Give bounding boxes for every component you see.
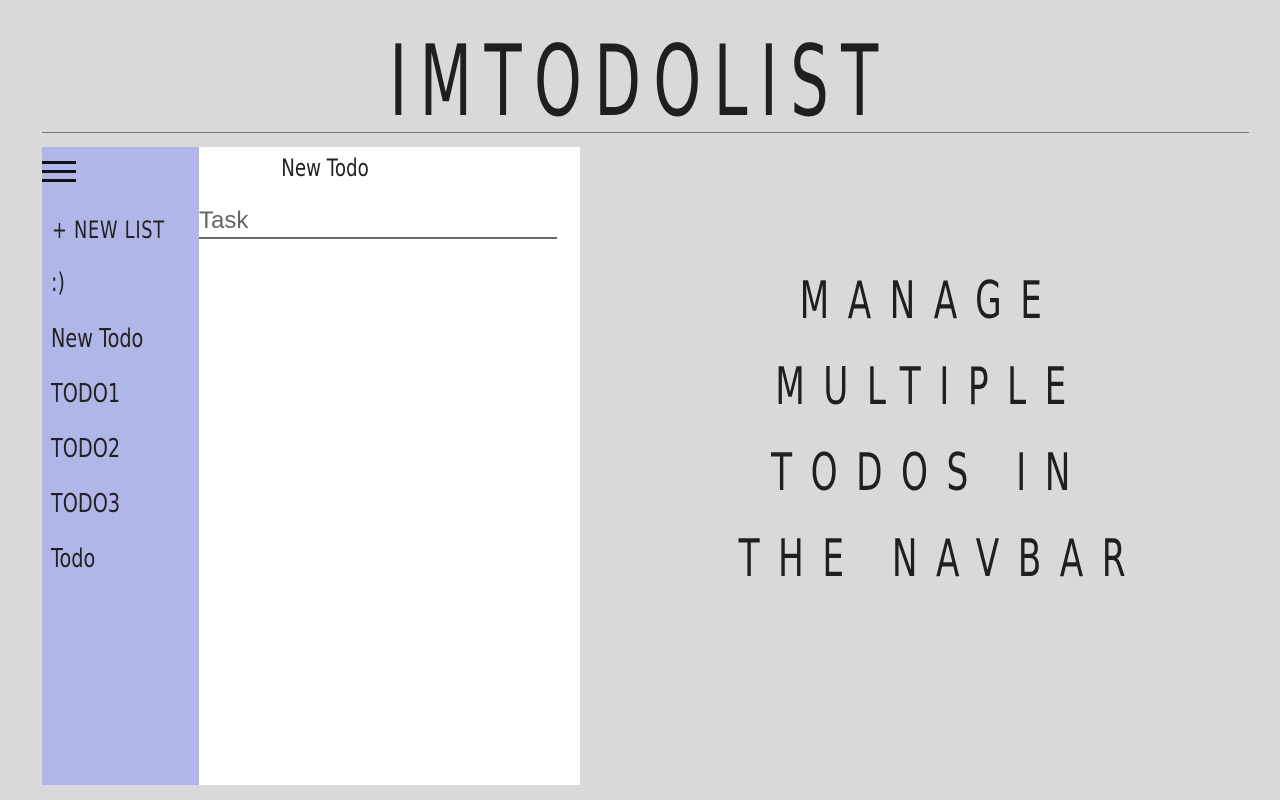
tagline: MANAGE MULTIPLE TODOS IN THE NAVBAR [640, 258, 1220, 602]
sidebar-item-todo3[interactable]: TODO3 [51, 487, 120, 521]
list-title: New Todo [281, 154, 369, 182]
tagline-line: THE NAVBAR [738, 529, 1145, 589]
todo-panel: + NEW LIST :) New Todo TODO1 TODO2 TODO3… [42, 147, 580, 785]
tagline-line: MULTIPLE [775, 357, 1085, 417]
task-input[interactable] [199, 205, 557, 239]
title-divider [42, 132, 1249, 133]
tagline-line: MANAGE [799, 271, 1061, 331]
tagline-line: TODOS IN [771, 443, 1089, 503]
app-title: IMTODOLIST [389, 25, 891, 139]
sidebar-item-smiley[interactable]: :) [51, 266, 65, 300]
navbar-sidebar: + NEW LIST :) New Todo TODO1 TODO2 TODO3… [42, 147, 199, 785]
hamburger-menu-icon[interactable] [42, 161, 76, 185]
sidebar-item-new-todo[interactable]: New Todo [51, 322, 143, 356]
sidebar-item-todo2[interactable]: TODO2 [51, 432, 120, 466]
sidebar-item-todo1[interactable]: TODO1 [51, 377, 120, 411]
sidebar-item-todo[interactable]: Todo [51, 542, 95, 576]
new-list-button[interactable]: + NEW LIST [52, 213, 165, 247]
